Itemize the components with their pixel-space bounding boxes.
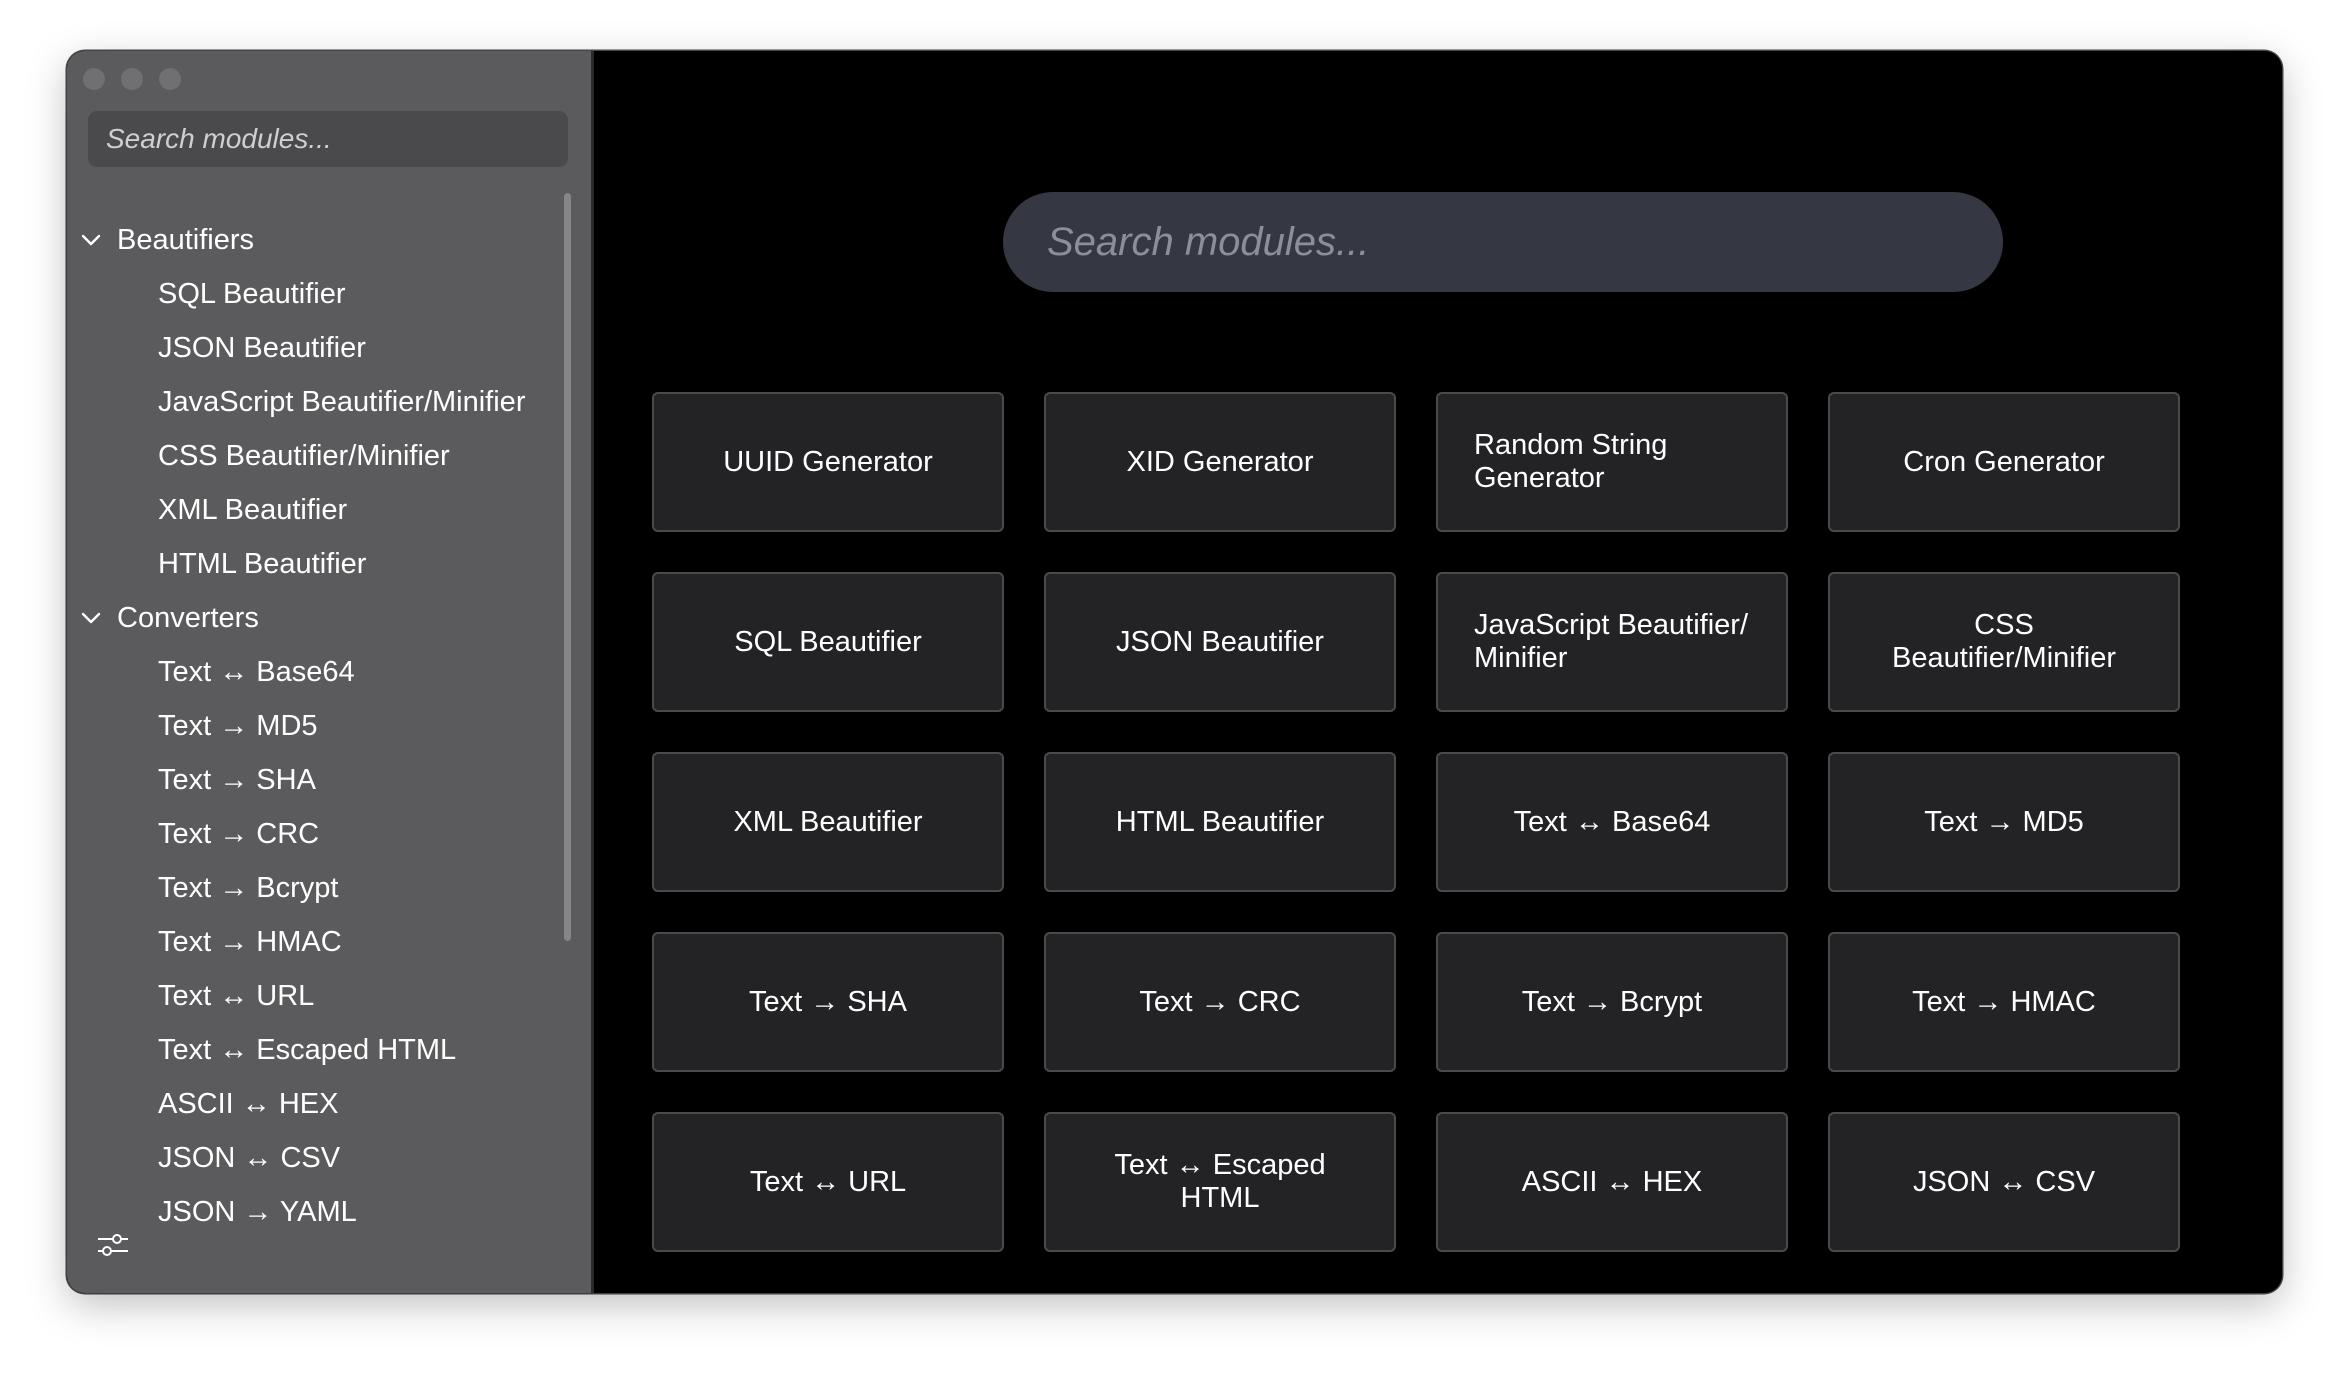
module-card-xid-generator[interactable]: XID Generator — [1044, 392, 1396, 532]
module-card-js-beautifier[interactable]: JavaScript Beautifier/ Minifier — [1436, 572, 1788, 712]
sidebar-item-text-hmac[interactable]: Text → HMAC — [67, 915, 587, 969]
main-search-input[interactable] — [1003, 192, 2003, 292]
close-window-button[interactable] — [83, 68, 105, 90]
app-window: Beautifiers SQL Beautifier JSON Beautifi… — [67, 51, 2282, 1293]
sidebar-item-text-sha[interactable]: Text → SHA — [67, 753, 587, 807]
module-card-json-beautifier[interactable]: JSON Beautifier — [1044, 572, 1396, 712]
module-card-html-beautifier[interactable]: HTML Beautifier — [1044, 752, 1396, 892]
module-card-text-md5[interactable]: Text → MD5 — [1828, 752, 2180, 892]
sidebar-scrollbar[interactable] — [564, 193, 571, 941]
minimize-window-button[interactable] — [121, 68, 143, 90]
sidebar-item-json-yaml[interactable]: JSON → YAML — [67, 1185, 587, 1239]
window-controls — [83, 68, 181, 90]
module-card-text-crc[interactable]: Text → CRC — [1044, 932, 1396, 1072]
module-card-sql-beautifier[interactable]: SQL Beautifier — [652, 572, 1004, 712]
module-card-text-base64[interactable]: Text ↔ Base64 — [1436, 752, 1788, 892]
module-tree: Beautifiers SQL Beautifier JSON Beautifi… — [67, 213, 587, 1239]
sidebar: Beautifiers SQL Beautifier JSON Beautifi… — [67, 51, 594, 1293]
sidebar-search-input[interactable] — [88, 111, 568, 167]
sliders-icon — [98, 1234, 128, 1256]
module-card-text-bcrypt[interactable]: Text → Bcrypt — [1436, 932, 1788, 1072]
chevron-down-icon — [77, 226, 105, 254]
sidebar-item-text-crc[interactable]: Text → CRC — [67, 807, 587, 861]
zoom-window-button[interactable] — [159, 68, 181, 90]
settings-button[interactable] — [95, 1227, 131, 1263]
sidebar-item-sql-beautifier[interactable]: SQL Beautifier — [67, 267, 587, 321]
module-card-random-string-generator[interactable]: Random String Generator — [1436, 392, 1788, 532]
module-card-css-beautifier[interactable]: CSS Beautifier/Minifier — [1828, 572, 2180, 712]
sidebar-item-xml-beautifier[interactable]: XML Beautifier — [67, 483, 587, 537]
module-card-cron-generator[interactable]: Cron Generator — [1828, 392, 2180, 532]
sidebar-item-json-beautifier[interactable]: JSON Beautifier — [67, 321, 587, 375]
sidebar-item-text-bcrypt[interactable]: Text → Bcrypt — [67, 861, 587, 915]
module-card-text-sha[interactable]: Text → SHA — [652, 932, 1004, 1072]
group-beautifiers[interactable]: Beautifiers — [67, 213, 587, 267]
sidebar-item-text-url[interactable]: Text ↔ URL — [67, 969, 587, 1023]
module-card-xml-beautifier[interactable]: XML Beautifier — [652, 752, 1004, 892]
sidebar-item-css-beautifier[interactable]: CSS Beautifier/Minifier — [67, 429, 587, 483]
sidebar-item-text-base64[interactable]: Text ↔ Base64 — [67, 645, 587, 699]
sidebar-item-text-md5[interactable]: Text → MD5 — [67, 699, 587, 753]
module-card-text-hmac[interactable]: Text → HMAC — [1828, 932, 2180, 1072]
main-panel: UUID Generator XID Generator Random Stri… — [594, 51, 2282, 1293]
module-card-uuid-generator[interactable]: UUID Generator — [652, 392, 1004, 532]
module-grid: UUID Generator XID Generator Random Stri… — [652, 392, 2180, 1252]
chevron-down-icon — [77, 604, 105, 632]
sidebar-item-ascii-hex[interactable]: ASCII ↔ HEX — [67, 1077, 587, 1131]
group-label: Converters — [117, 601, 259, 634]
group-label: Beautifiers — [117, 223, 255, 256]
group-converters[interactable]: Converters — [67, 591, 587, 645]
sidebar-item-text-escaped-html[interactable]: Text ↔ Escaped HTML — [67, 1023, 587, 1077]
sidebar-item-html-beautifier[interactable]: HTML Beautifier — [67, 537, 587, 591]
module-card-text-url[interactable]: Text ↔ URL — [652, 1112, 1004, 1252]
sidebar-item-js-beautifier[interactable]: JavaScript Beautifier/Minifier — [67, 375, 587, 429]
sidebar-item-json-csv[interactable]: JSON ↔ CSV — [67, 1131, 587, 1185]
module-card-ascii-hex[interactable]: ASCII ↔ HEX — [1436, 1112, 1788, 1252]
module-card-text-escaped-html[interactable]: Text ↔ Escaped HTML — [1044, 1112, 1396, 1252]
module-card-json-csv[interactable]: JSON ↔ CSV — [1828, 1112, 2180, 1252]
